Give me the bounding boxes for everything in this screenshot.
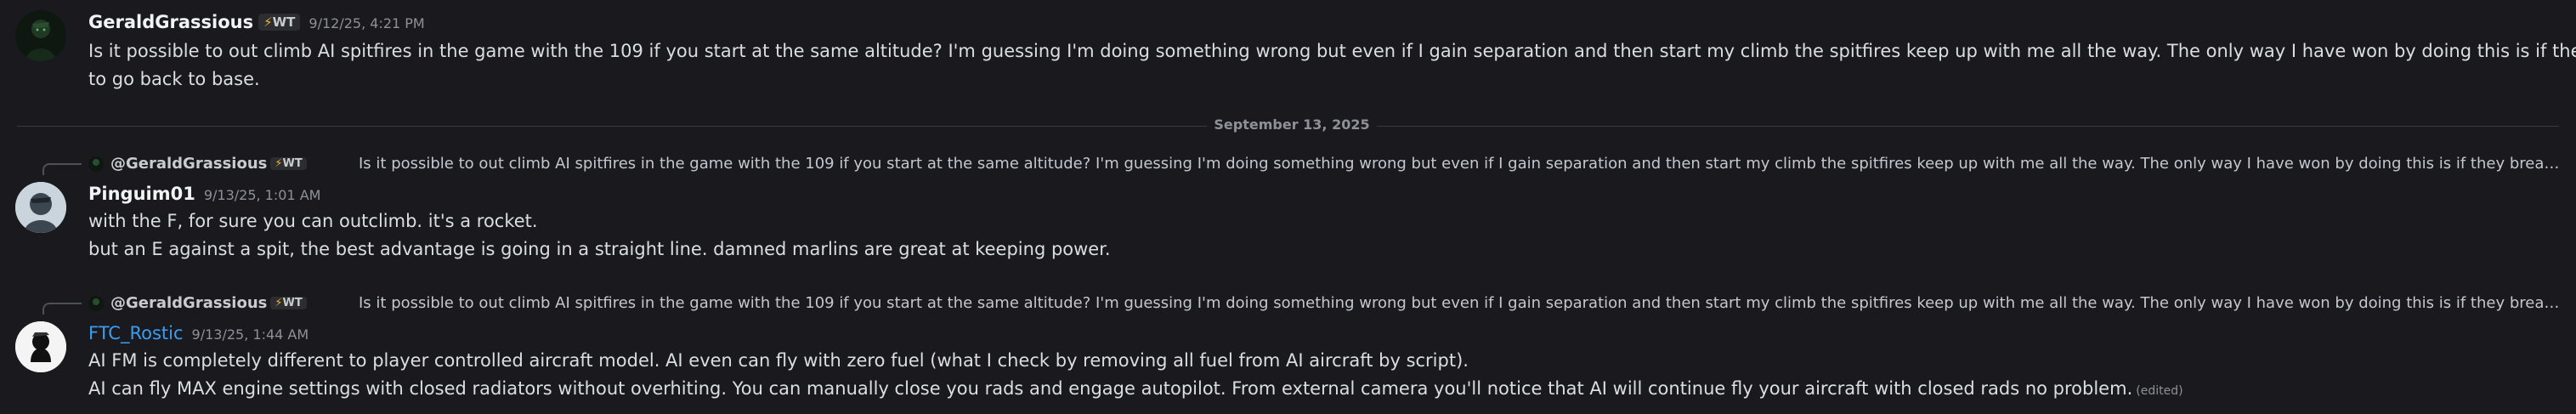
reply-avatar	[88, 296, 104, 311]
lightning-bolt-icon: ⚡	[275, 157, 283, 170]
message-line: but an E against a spit, the best advant…	[88, 239, 1111, 259]
avatar-ftc-rostic[interactable]	[15, 321, 66, 372]
reply-role-tag: ⚡WT	[270, 297, 307, 309]
message-line: Is it possible to out climb AI spitfires…	[88, 41, 2576, 61]
reply-role-tag: ⚡WT	[270, 157, 307, 170]
author-name[interactable]: Pinguim01	[88, 184, 195, 204]
message-pinguim: @GeraldGrassious ⚡WT Is it possible to ou…	[0, 151, 2576, 270]
lightning-bolt-icon: ⚡	[263, 14, 273, 30]
role-tag-label: WT	[272, 14, 296, 30]
reply-preview[interactable]: @GeraldGrassious ⚡WT Is it possible to ou…	[42, 155, 2559, 175]
edited-label: (edited)	[2136, 384, 2183, 398]
reply-text[interactable]: Is it possible to out climb AI spitfires…	[359, 294, 2559, 312]
timestamp[interactable]: 9/12/25, 4:21 PM	[309, 15, 424, 31]
reply-spine	[42, 303, 82, 315]
message-ftc-rostic: @GeraldGrassious ⚡WT Is it possible to ou…	[0, 291, 2576, 414]
reply-author[interactable]: @GeraldGrassious ⚡WT	[110, 155, 307, 173]
avatar-pinguim[interactable]	[15, 182, 66, 233]
role-tag: ⚡WT	[258, 14, 301, 31]
chat-log: GeraldGrassious ⚡WT 9/12/25, 4:21 PM Is it…	[0, 0, 2576, 414]
author-name[interactable]: FTC_Rostic	[88, 323, 184, 343]
date-divider-label: September 13, 2025	[1207, 116, 1377, 133]
avatar-gerald[interactable]	[15, 10, 66, 61]
reply-avatar	[88, 156, 104, 172]
author-name[interactable]: GeraldGrassious	[88, 12, 253, 32]
reply-text[interactable]: Is it possible to out climb AI spitfires…	[359, 155, 2559, 173]
timestamp[interactable]: 9/13/25, 1:44 AM	[192, 326, 309, 343]
message-gerald: GeraldGrassious ⚡WT 9/12/25, 4:21 PM Is it…	[0, 0, 2576, 102]
message-line: AI FM is completely different to player …	[88, 350, 1469, 371]
lightning-bolt-icon: ⚡	[275, 297, 283, 309]
message-line: with the F, for sure you can outclimb. i…	[88, 211, 538, 231]
reply-author[interactable]: @GeraldGrassious ⚡WT	[110, 294, 307, 312]
reply-preview[interactable]: @GeraldGrassious ⚡WT Is it possible to ou…	[42, 294, 2559, 315]
message-line-with-edited: AI can fly MAX engine settings with clos…	[88, 378, 2183, 399]
message-line: to go back to base.	[88, 69, 260, 89]
reply-spine	[42, 163, 82, 175]
message-line: AI can fly MAX engine settings with clos…	[88, 378, 2133, 399]
timestamp[interactable]: 9/13/25, 1:01 AM	[204, 187, 321, 203]
